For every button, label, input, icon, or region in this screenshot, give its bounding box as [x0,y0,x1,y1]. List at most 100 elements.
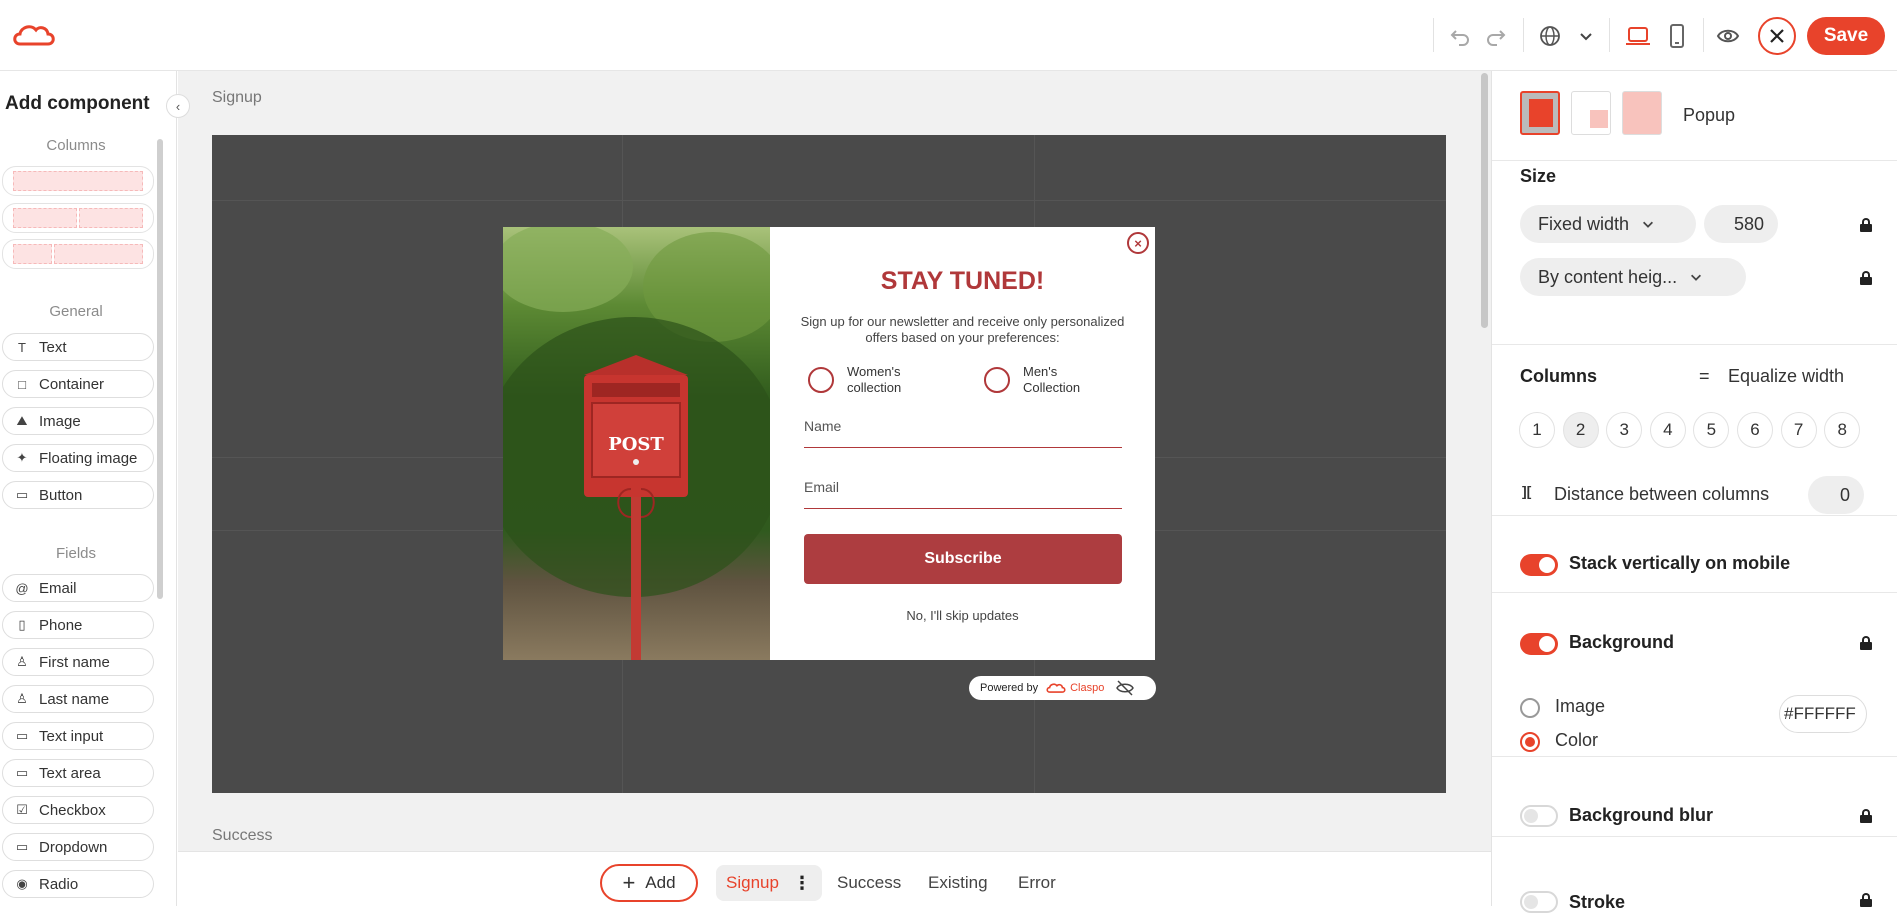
field-dropdown[interactable]: ▭ Dropdown [2,833,154,861]
field-phone[interactable]: ▯ Phone [2,611,154,639]
close-editor-button[interactable] [1758,17,1796,55]
radio-circle[interactable] [984,367,1010,393]
tab-success[interactable]: Success [837,865,901,901]
column-count-1[interactable]: 1 [1519,412,1555,448]
background-color-input[interactable]: #FFFFFF [1779,695,1867,733]
desktop-icon[interactable] [1622,20,1654,52]
distance-input[interactable]: 0 [1808,476,1864,514]
layout-floating-thumb[interactable] [1571,91,1611,135]
section-label-general: General [49,303,103,320]
column-count-7[interactable]: 7 [1780,412,1817,448]
column-count-4[interactable]: 4 [1649,412,1686,448]
image-icon: ⛰ [16,413,28,428]
properties-panel: Popup Fixed width 580 By content heig...… [1491,71,1897,913]
column-layout-1[interactable] [2,166,154,196]
width-mode-select[interactable]: Fixed width [1520,205,1696,243]
layout-popup-thumb[interactable] [1520,91,1560,135]
step-label-success: Success [212,827,273,844]
field-last-name[interactable]: ♙ Last name [2,685,154,713]
component-floating-image[interactable]: ✦ Floating image [2,444,154,472]
option-mens-collection[interactable]: Men's Collection [984,364,1103,396]
canvas-scrollbar[interactable] [1481,73,1488,328]
lock-icon[interactable] [1860,893,1872,907]
background-blur-toggle[interactable] [1520,805,1558,827]
brand-name: Claspo [1070,682,1105,694]
add-label: Add [645,873,676,892]
radio-image[interactable] [1520,698,1540,718]
component-image[interactable]: ⛰ Image [2,407,154,435]
eye-off-icon[interactable] [1116,680,1135,696]
layout-section: Popup [1492,71,1897,161]
equalize-icon[interactable]: = [1699,366,1710,387]
claspo-logo-icon[interactable] [12,22,56,48]
stack-toggle[interactable] [1520,554,1558,576]
close-icon: × [1134,235,1142,251]
background-toggle[interactable] [1520,633,1558,655]
stroke-toggle[interactable] [1520,891,1558,913]
lock-icon[interactable] [1860,218,1872,232]
field-first-name[interactable]: ♙ First name [2,648,154,676]
component-text[interactable]: T Text [2,333,154,361]
field-text-input[interactable]: ▭ Text input [2,722,154,750]
chevron-down-icon[interactable] [1570,20,1602,52]
column-layout-3[interactable] [2,239,154,269]
signup-popup[interactable]: POST × STAY TUNED! Sign up for our newsl… [503,227,1155,660]
tab-signup[interactable]: Signup ⋮ [716,865,822,901]
component-label: Checkbox [39,801,106,819]
component-label: Phone [39,616,83,634]
preview-eye-icon[interactable] [1712,20,1744,52]
image-option-label: Image [1555,696,1606,716]
popup-stage[interactable]: POST × STAY TUNED! Sign up for our newsl… [212,135,1446,793]
plus-icon: + [622,870,636,895]
height-mode-select[interactable]: By content heig... [1520,258,1746,296]
field-checkbox[interactable]: ☑ Checkbox [2,796,154,824]
field-radio[interactable]: ◉ Radio [2,870,154,898]
save-button[interactable]: Save [1807,17,1885,55]
section-label-fields: Fields [55,545,96,562]
left-panel-scrollbar[interactable] [157,139,163,599]
powered-by-badge[interactable]: Powered by Claspo [969,676,1156,700]
radio-circle[interactable] [808,367,834,393]
collapse-panel-button[interactable]: ‹ [166,94,190,118]
layout-fullscreen-thumb[interactable] [1622,91,1662,135]
column-count-3[interactable]: 3 [1606,412,1643,448]
component-label: Email [39,579,77,597]
component-label: Container [39,375,105,393]
undo-icon[interactable] [1444,20,1476,52]
equalize-width-button[interactable]: Equalize width [1728,366,1844,387]
mobile-icon[interactable] [1661,20,1693,52]
toolbar-separator [1609,18,1610,52]
redo-icon[interactable] [1480,20,1512,52]
component-button[interactable]: ▭ Button [2,481,154,509]
column-count-2[interactable]: 2 [1562,412,1599,448]
column-layout-2[interactable] [2,203,154,233]
height-mode-value: By content heig... [1538,266,1678,287]
popup-close-button[interactable]: × [1127,232,1149,254]
field-text-area[interactable]: ▭ Text area [2,759,154,787]
column-count-6[interactable]: 6 [1737,412,1773,448]
lock-icon[interactable] [1860,636,1872,650]
close-icon [1770,29,1784,43]
component-label: Text input [39,727,104,745]
blur-label: Background blur [1569,805,1714,825]
component-container[interactable]: □ Container [2,370,154,398]
more-vertical-icon[interactable]: ⋮ [793,873,811,894]
radio-color[interactable] [1520,732,1540,752]
size-section: Fixed width 580 By content heig... [1492,161,1897,345]
name-field[interactable]: Name [804,414,1122,448]
container-icon: □ [18,376,26,392]
tab-error[interactable]: Error [1018,865,1056,901]
option-womens-collection[interactable]: Women's collection [808,364,927,396]
column-count-8[interactable]: 8 [1824,412,1861,448]
width-input[interactable]: 580 [1704,205,1778,243]
skip-link[interactable]: No, I'll skip updates [770,608,1155,623]
field-email[interactable]: @ Email [2,574,154,602]
globe-icon[interactable] [1534,20,1566,52]
email-field[interactable]: Email [804,475,1122,509]
lock-icon[interactable] [1860,809,1872,823]
chevron-down-icon [1691,274,1702,281]
subscribe-button[interactable]: Subscribe [804,534,1122,584]
add-step-button[interactable]: + Add [600,864,698,902]
tab-existing[interactable]: Existing [928,865,988,901]
lock-icon[interactable] [1860,271,1872,285]
